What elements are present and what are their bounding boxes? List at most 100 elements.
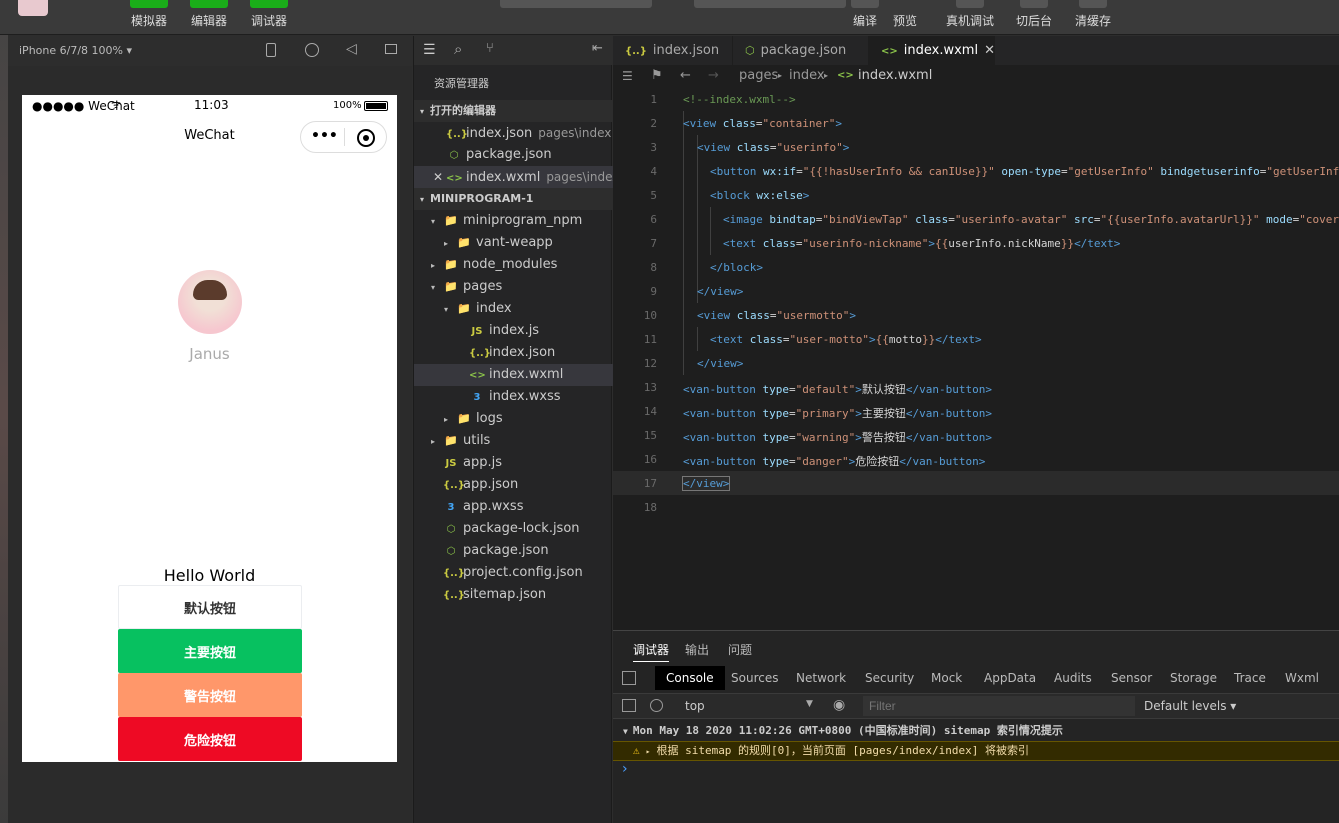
devtools-tab-trace[interactable]: Trace xyxy=(1234,671,1266,685)
wifi-icon: ᯤ xyxy=(111,98,122,111)
userinfo-avatar[interactable] xyxy=(178,270,242,334)
files-icon[interactable]: ☰ xyxy=(423,42,436,58)
compile-button[interactable]: 编译 xyxy=(843,0,887,29)
more-icon[interactable]: ••• xyxy=(311,128,338,144)
devtools-tab-network[interactable]: Network xyxy=(796,671,846,685)
devtools-tab-audits[interactable]: Audits xyxy=(1054,671,1092,685)
preview-button[interactable]: 预览 xyxy=(883,0,927,29)
devtools-tab-sensor[interactable]: Sensor xyxy=(1111,671,1152,685)
editor-toggle-button[interactable]: 编辑器 xyxy=(187,0,231,29)
project-header[interactable]: ▾ MINIPROGRAM-1 xyxy=(414,188,613,210)
eye-icon[interactable]: ◉ xyxy=(833,697,845,713)
forward-arrow-icon[interactable]: → xyxy=(708,65,719,87)
tree-item-index-wxml[interactable]: <> index.wxml xyxy=(414,364,613,386)
window-icon[interactable] xyxy=(385,44,397,54)
tree-item-label: index.json xyxy=(489,345,556,360)
tree-item-logs[interactable]: ▸ 📁 logs xyxy=(414,408,613,430)
open-editor-index-json[interactable]: {..}index.json pages\index xyxy=(414,122,613,144)
devtools-tab-sources[interactable]: Sources xyxy=(731,671,778,685)
back-arrow-icon[interactable]: ← xyxy=(680,65,691,87)
collapse-panel-icon[interactable]: ⇤ xyxy=(592,41,603,56)
code-editor[interactable]: 1 2 3 4 5 6 7 8 9 10 11 12 13 14 15 16 17 18 <!--index.wx… xyxy=(613,87,1339,630)
breadcrumb-index[interactable]: index xyxy=(789,65,825,87)
tree-item-index-js[interactable]: JS index.js xyxy=(414,320,613,342)
console-prompt[interactable]: › xyxy=(622,761,628,777)
devtools-tab-appdata[interactable]: AppData xyxy=(984,671,1036,685)
log-levels-select[interactable]: Default levels ▾ xyxy=(1144,699,1236,713)
tree-item-vant-weapp[interactable]: ▸ 📁 vant-weapp xyxy=(414,232,613,254)
tab-index-json[interactable]: {..} index.json xyxy=(613,36,733,65)
tree-item-index[interactable]: ▾ 📁 index xyxy=(414,298,613,320)
device-select[interactable]: iPhone 6/7/8 100% ▾ xyxy=(19,44,132,57)
breadcrumb-pages[interactable]: pages xyxy=(739,65,778,87)
open-editor-index-wxml[interactable]: ✕ <> index.wxml pages\index xyxy=(414,166,619,188)
tree-item-miniprogram-npm[interactable]: ▾ 📁 miniprogram_npm xyxy=(414,210,613,232)
tree-item-app-json[interactable]: {..}app.json xyxy=(414,474,613,496)
tree-item-package-json[interactable]: ⬡ package.json xyxy=(414,540,613,562)
close-icon[interactable]: ✕ xyxy=(433,166,446,188)
inspect-icon[interactable] xyxy=(622,671,636,685)
search-icon[interactable]: ⌕ xyxy=(454,40,462,58)
chevron-right-icon: ▸ xyxy=(824,71,829,80)
capsule-divider xyxy=(344,128,345,146)
outline-icon[interactable]: ☰ xyxy=(622,65,633,87)
tree-item-index-wxss[interactable]: 3 index.wxss xyxy=(414,386,613,408)
context-select[interactable]: top xyxy=(685,699,705,713)
tree-item-package-lock-json[interactable]: ⬡ package-lock.json xyxy=(414,518,613,540)
danger-button[interactable]: 危险按钮 xyxy=(118,717,302,761)
expand-icon[interactable]: ▸ xyxy=(646,747,651,756)
warning-button[interactable]: 警告按钮 xyxy=(118,673,302,717)
tree-item-utils[interactable]: ▸ 📁 utils xyxy=(414,430,613,452)
devtools-tab-mock[interactable]: Mock xyxy=(931,671,962,685)
devtools-tab-storage[interactable]: Storage xyxy=(1170,671,1217,685)
tab-package-json[interactable]: ⬡ package.json xyxy=(733,36,869,65)
code-line: <van-button type="danger">危险按钮</van-butt… xyxy=(683,455,986,468)
volume-icon[interactable]: ◁ xyxy=(346,41,357,57)
tree-item-node-modules[interactable]: ▸ 📁 node_modules xyxy=(414,254,613,276)
log-group-header[interactable]: ▼ Mon May 18 2020 11:02:26 GMT+0800 (中国标准… xyxy=(613,721,1339,741)
tree-item-app-wxss[interactable]: 3 app.wxss xyxy=(414,496,613,518)
user-avatar[interactable] xyxy=(18,0,48,16)
sidebar-toggle-icon[interactable] xyxy=(622,699,636,712)
clear-console-icon[interactable] xyxy=(650,699,663,712)
clear-cache-button[interactable]: 清缓存 xyxy=(1071,0,1115,29)
tree-item-pages[interactable]: ▾ 📁 pages xyxy=(414,276,613,298)
tab-output[interactable]: 输出 xyxy=(685,641,709,658)
tree-item-sitemap-json[interactable]: {..}sitemap.json xyxy=(414,584,613,606)
open-editor-package-json[interactable]: ⬡ package.json xyxy=(414,144,613,166)
open-editors-header[interactable]: ▾ 打开的编辑器 xyxy=(414,100,613,122)
file-explorer: ☰ ⌕ ⑂ ⇤ 资源管理器 ▾ 打开的编辑器 {..}index.json page… xyxy=(413,36,619,823)
tree-item-app-js[interactable]: JS app.js xyxy=(414,452,613,474)
devtools-tab-security[interactable]: Security xyxy=(865,671,914,685)
background-button[interactable]: 切后台 xyxy=(1012,0,1056,29)
tree-item-project-config-json[interactable]: {..}project.config.json xyxy=(414,562,613,584)
tab-index-wxml[interactable]: <> index.wxml ✕ xyxy=(869,36,995,65)
mode-select[interactable] xyxy=(500,0,652,8)
bookmark-icon[interactable]: ⚑ xyxy=(651,65,663,87)
debugger-toggle-button[interactable]: 调试器 xyxy=(247,0,291,29)
phone-rotate-icon[interactable] xyxy=(266,43,276,57)
remote-debug-button[interactable]: 真机调试 xyxy=(940,0,1000,29)
breadcrumb-file[interactable]: index.wxml xyxy=(858,65,932,87)
file-icon: {..} xyxy=(469,348,491,359)
tab-problems[interactable]: 问题 xyxy=(728,641,752,658)
simulator-toggle-button[interactable]: 模拟器 xyxy=(127,0,171,29)
close-tab-icon[interactable]: ✕ xyxy=(984,43,995,58)
json-icon: {..} xyxy=(446,129,468,140)
tree-item-label: project.config.json xyxy=(463,565,583,580)
close-miniprogram-icon[interactable] xyxy=(357,129,375,147)
code-line: <van-button type="default">默认按钮</van-but… xyxy=(683,383,992,396)
tree-item-index-json[interactable]: {..}index.json xyxy=(414,342,613,364)
default-button[interactable]: 默认按钮 xyxy=(118,585,302,629)
tab-debugger[interactable]: 调试器 xyxy=(633,641,670,662)
tree-item-label: app.wxss xyxy=(463,499,524,514)
primary-button[interactable]: 主要按钮 xyxy=(118,629,302,673)
capsule-menu[interactable]: ••• xyxy=(300,121,387,153)
compile-mode-select[interactable] xyxy=(694,0,846,8)
devtools-tab-console[interactable]: Console xyxy=(655,666,725,690)
folder-icon: 📁 xyxy=(444,258,458,271)
git-branch-icon[interactable]: ⑂ xyxy=(486,41,494,56)
home-icon[interactable] xyxy=(305,43,319,57)
devtools-tab-wxml[interactable]: Wxml xyxy=(1285,671,1319,685)
console-filter-input[interactable] xyxy=(863,696,1135,716)
